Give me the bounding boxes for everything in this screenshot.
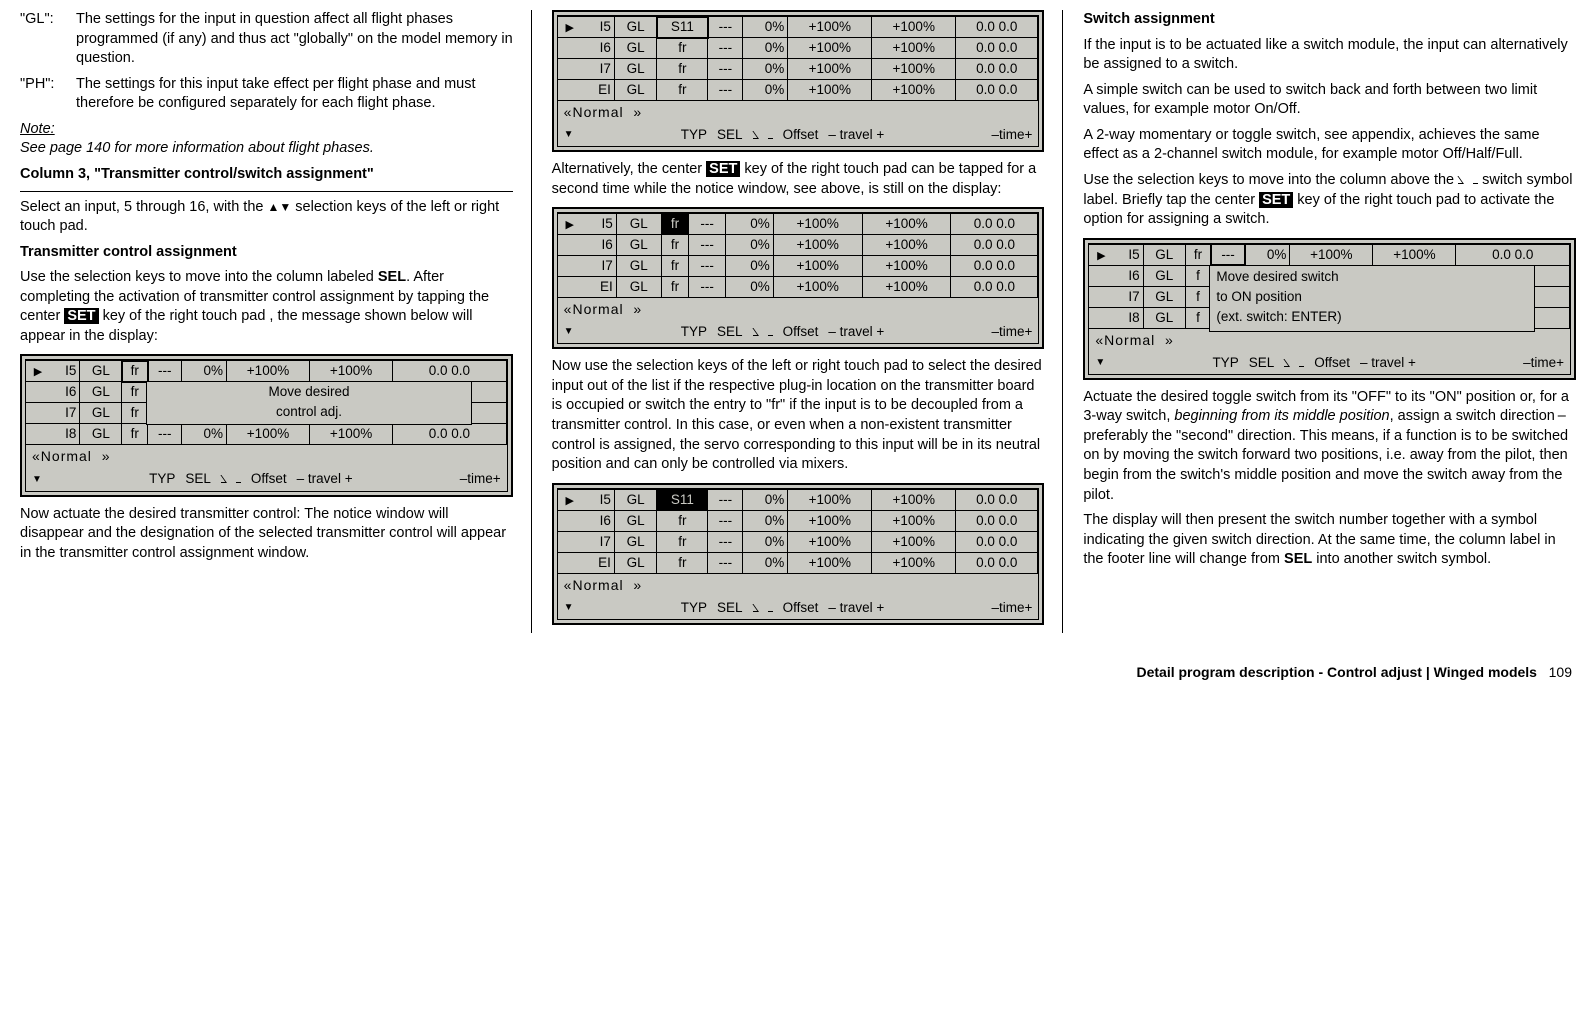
para-select-input: Select an input, 5 through 16, with the … bbox=[20, 198, 513, 237]
lcd-overlay-message: Move desired control adj. bbox=[146, 381, 472, 425]
def-term: "GL": bbox=[20, 10, 76, 69]
heading-column3: Column 3, "Transmitter control/switch as… bbox=[20, 165, 513, 185]
switch-symbol-icon bbox=[1458, 176, 1478, 184]
lcd-screen-1: ▶ I5 GL fr --- 0% +100% +100% 0.0 0.0 I6… bbox=[20, 354, 513, 496]
down-icon: ▼ bbox=[564, 325, 574, 339]
lcd-screen-3: ▶ I5 GL fr --- 0% +100% +100% 0.0 0.0 I6… bbox=[552, 207, 1045, 349]
page-footer: Detail program description - Control adj… bbox=[20, 663, 1576, 682]
def-term: "PH": bbox=[20, 75, 76, 114]
para-actuate: Now actuate the desired transmitter cont… bbox=[20, 505, 513, 564]
divider bbox=[20, 191, 513, 192]
para-actuate-switch: Actuate the desired toggle switch from i… bbox=[1083, 388, 1576, 505]
lcd-overlay-switch-message: Move desired switch to ON position (ext.… bbox=[1209, 265, 1535, 332]
lcd-footer: ▼ TYP SEL Offset – travel + –time+ bbox=[26, 468, 507, 490]
lcd-status: «Normal » bbox=[558, 574, 1039, 597]
cursor-icon: ▶ bbox=[565, 495, 573, 507]
lcd-footer: ▼ TYP SEL Offset – travel + –time+ bbox=[558, 597, 1039, 619]
column-1: "GL": The settings for the input in ques… bbox=[20, 10, 532, 633]
switch-symbol-icon bbox=[753, 131, 773, 139]
lcd-status: «Normal » bbox=[558, 101, 1039, 124]
lcd-footer: ▼ TYP SEL Offset – travel + –time+ bbox=[1089, 352, 1570, 374]
para-sw4: Use the selection keys to move into the … bbox=[1083, 171, 1576, 230]
cursor-icon: ▶ bbox=[565, 219, 573, 231]
lcd-screen-5: ▶ I5 GL fr --- 0% +100% +100% 0.0 0.0 I6… bbox=[1083, 238, 1576, 380]
down-icon: ▼ bbox=[564, 128, 574, 142]
cursor-icon: ▶ bbox=[34, 366, 42, 378]
set-key-icon: SET bbox=[64, 308, 98, 324]
lcd-status: «Normal » bbox=[1089, 329, 1570, 352]
set-key-icon: SET bbox=[706, 161, 740, 177]
para-sw2: A simple switch can be used to switch ba… bbox=[1083, 81, 1576, 120]
switch-symbol-icon bbox=[753, 328, 773, 336]
page-columns: "GL": The settings for the input in ques… bbox=[20, 10, 1576, 633]
para-sw1: If the input is to be actuated like a sw… bbox=[1083, 36, 1576, 75]
switch-symbol-icon bbox=[1284, 359, 1304, 367]
para-display-switch-number: The display will then present the switch… bbox=[1083, 511, 1576, 570]
lcd-footer: ▼ TYP SEL Offset – travel + –time+ bbox=[558, 321, 1039, 343]
switch-symbol-icon bbox=[753, 604, 773, 612]
set-key-icon: SET bbox=[1259, 192, 1293, 208]
note-text: See page 140 for more information about … bbox=[20, 140, 374, 156]
para-now-use: Now use the selection keys of the left o… bbox=[552, 357, 1045, 474]
down-icon: ▼ bbox=[564, 601, 574, 615]
definition-gl: "GL": The settings for the input in ques… bbox=[20, 10, 513, 69]
para-sel-column: Use the selection keys to move into the … bbox=[20, 268, 513, 346]
switch-symbol-icon bbox=[221, 475, 241, 483]
def-text: The settings for this input take effect … bbox=[76, 75, 513, 114]
definition-ph: "PH": The settings for this input take e… bbox=[20, 75, 513, 114]
heading-switch-assignment: Switch assignment bbox=[1083, 10, 1576, 30]
lcd-screen-2: ▶ I5 GL S11 --- 0% +100% +100% 0.0 0.0 I… bbox=[552, 10, 1045, 152]
note-label: Note: bbox=[20, 121, 55, 137]
lcd-screen-4: ▶ I5 GL S11 --- 0% +100% +100% 0.0 0.0 I… bbox=[552, 483, 1045, 625]
updown-icon: ▲▼ bbox=[267, 200, 291, 214]
cursor-icon: ▶ bbox=[1097, 250, 1105, 262]
column-2: ▶ I5 GL S11 --- 0% +100% +100% 0.0 0.0 I… bbox=[552, 10, 1064, 633]
para-sw3: A 2-way momentary or toggle switch, see … bbox=[1083, 126, 1576, 165]
cursor-icon: ▶ bbox=[565, 22, 573, 34]
lcd-footer: ▼ TYP SEL Offset – travel + –time+ bbox=[558, 124, 1039, 146]
def-text: The settings for the input in question a… bbox=[76, 10, 513, 69]
heading-tx-control: Transmitter control assignment bbox=[20, 243, 513, 263]
lcd-status: «Normal » bbox=[26, 445, 507, 468]
column-3: Switch assignment If the input is to be … bbox=[1083, 10, 1576, 633]
para-alternatively: Alternatively, the center SET key of the… bbox=[552, 160, 1045, 199]
down-icon: ▼ bbox=[32, 473, 42, 487]
down-icon: ▼ bbox=[1095, 356, 1105, 370]
lcd-status: «Normal » bbox=[558, 298, 1039, 321]
